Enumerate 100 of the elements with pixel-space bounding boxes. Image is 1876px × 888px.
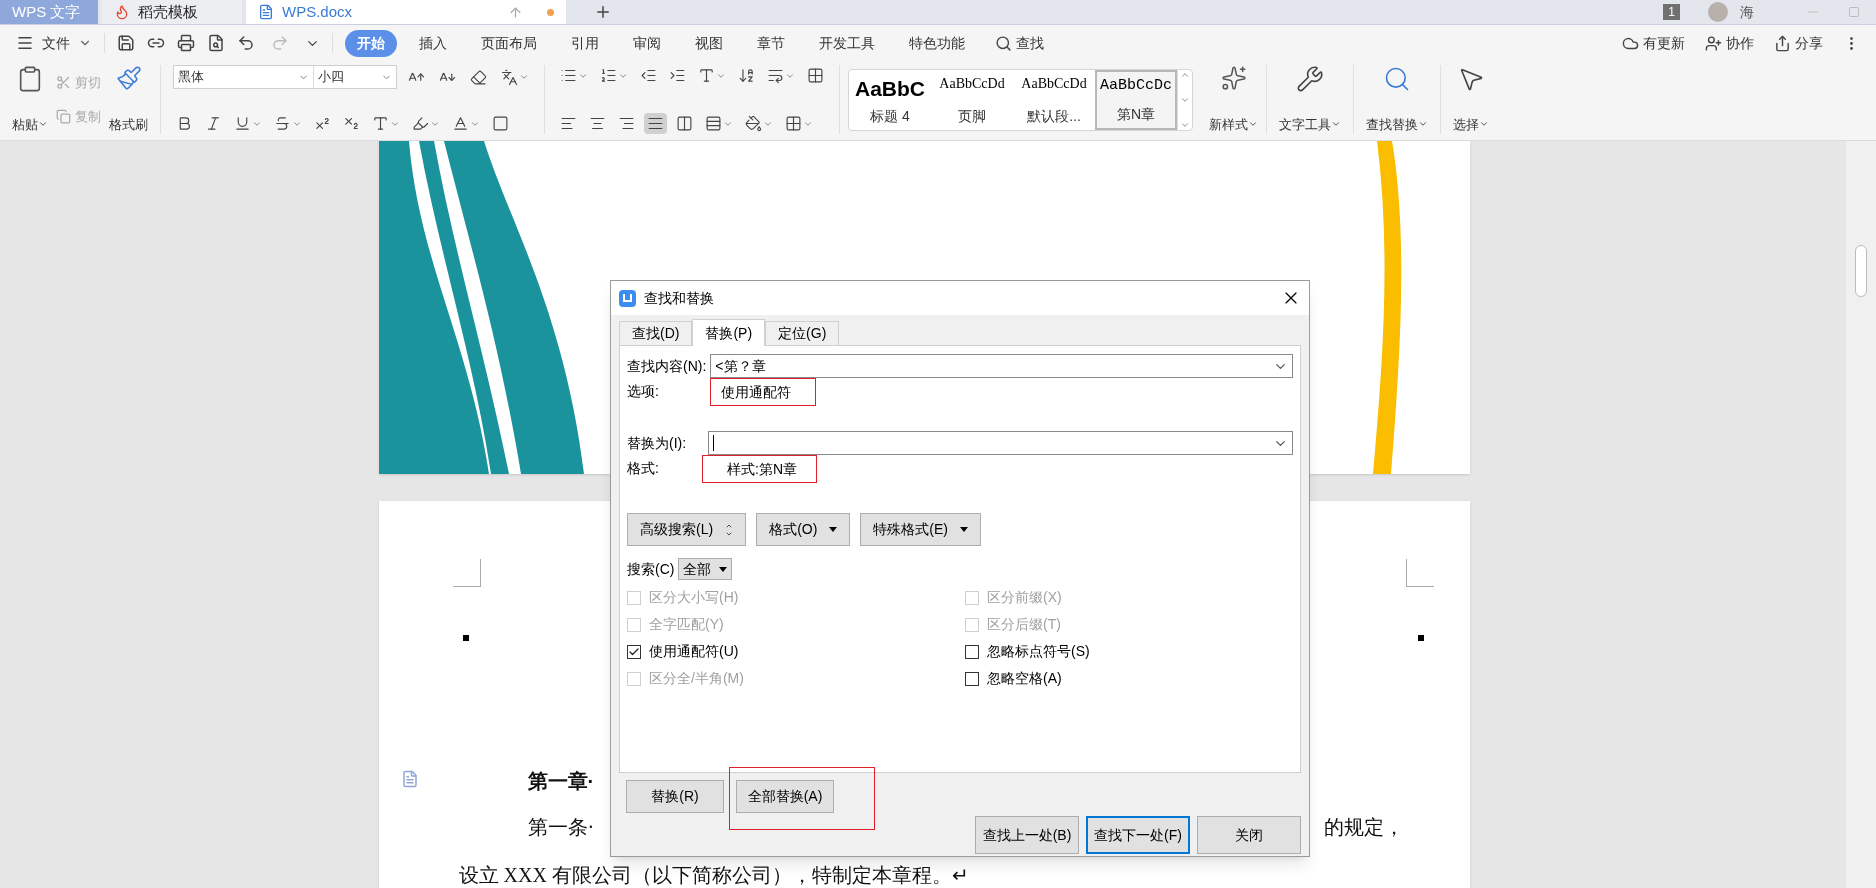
style-preset[interactable]: AaBbCcDd 页脚 <box>931 69 1013 130</box>
checkbox[interactable] <box>627 644 641 659</box>
header-action[interactable]: 协作 <box>1705 32 1754 54</box>
style-preset[interactable]: AaBbCcDd 默认段... <box>1013 69 1095 130</box>
dialog-tab[interactable]: 替换(P) <box>692 319 766 346</box>
checkbox-label: 全字匹配(Y) <box>649 615 724 634</box>
indent-icon-glyph-icon <box>669 67 686 84</box>
clear-format-icon-glyph-icon <box>470 68 487 86</box>
header-action[interactable]: 分享 <box>1774 32 1823 54</box>
corner-mark <box>452 559 481 587</box>
search-button[interactable]: 查找 <box>995 32 1044 54</box>
user-name[interactable]: 海 <box>1740 1 1754 23</box>
search-icon <box>995 34 1012 52</box>
checkbox-label: 区分后缀(T) <box>987 615 1061 634</box>
dialog-title: 查找和替换 <box>644 288 714 308</box>
align-icon <box>647 115 664 132</box>
print-preview-icon[interactable] <box>207 34 225 52</box>
chapter-heading: 第一章· <box>527 770 595 792</box>
option-button[interactable]: 格式(O) <box>756 513 851 546</box>
ribbon-tab[interactable]: 开发工具 <box>807 29 887 57</box>
align-icon <box>589 115 606 132</box>
ribbon-tab[interactable]: 特色功能 <box>897 29 977 57</box>
format-painter-button[interactable]: 格式刷 <box>109 65 148 134</box>
text-tools-button[interactable]: 文字工具 <box>1267 65 1354 134</box>
save-icon[interactable] <box>117 34 135 52</box>
find-field[interactable]: <第？章 <box>710 354 1293 378</box>
search-scope-dropdown[interactable]: 全部 <box>678 558 733 580</box>
style-preset[interactable]: AaBbCcDc 第N章 <box>1095 69 1177 130</box>
ribbon-tab[interactable]: 章节 <box>745 29 797 57</box>
dialog-button[interactable]: 查找下一处(F) <box>1086 816 1190 854</box>
field-label: 替换为(I): <box>627 433 688 453</box>
paste-button[interactable]: 粘贴 <box>12 65 48 134</box>
tab-label: 稻壳模板 <box>138 1 198 22</box>
paragraph-text: 的规定， <box>1323 815 1404 840</box>
font-size-dropdown[interactable]: 小四 <box>314 66 396 88</box>
ribbon-tab[interactable]: 审阅 <box>621 29 673 57</box>
bullet-list-icon-glyph-icon <box>560 67 577 84</box>
document-tab[interactable]: 稻壳模板 <box>102 0 242 24</box>
checkbox-label: 忽略空格(A) <box>987 669 1062 688</box>
document-icon <box>258 4 274 20</box>
share-icon <box>1774 34 1791 52</box>
replace-field[interactable] <box>708 431 1293 455</box>
option-button[interactable]: 特殊格式(E) <box>860 513 981 546</box>
dropdown-icon <box>829 527 838 532</box>
ribbon-tab[interactable]: 视图 <box>683 29 735 57</box>
paragraph-text: 第一条· <box>527 815 595 840</box>
format-summary: 样式:第N章 <box>727 461 797 477</box>
print-icon[interactable] <box>177 34 195 52</box>
italic-icon-glyph-icon <box>205 115 222 132</box>
checkbox-label: 使用通配符(U) <box>649 642 739 661</box>
page-count-badge[interactable]: 1 <box>1663 4 1680 20</box>
new-tab-icon[interactable] <box>594 3 612 21</box>
table-icon-glyph-icon <box>807 67 824 84</box>
field-label: 选项: <box>627 382 660 401</box>
ribbon-tab[interactable]: 插入 <box>407 29 459 57</box>
shading-icon-glyph-icon <box>745 115 762 132</box>
select-button[interactable]: 选择 <box>1441 65 1501 134</box>
search-icon <box>1383 65 1411 93</box>
paragraph-text: 设立 XXX 有限公司（以下简称公司），特制定本章程。↵ <box>458 863 970 888</box>
borders-icon-glyph-icon <box>785 115 802 132</box>
replace-button[interactable]: 替换(R) <box>626 780 724 813</box>
align-icon <box>560 115 577 132</box>
paragraph-mark <box>1417 635 1424 641</box>
phonetic-guide-icon-glyph-icon <box>501 68 518 86</box>
caret-icon <box>519 72 529 82</box>
option-button[interactable]: 高级搜索(L) <box>627 513 747 546</box>
dialog-tab[interactable]: 定位(G) <box>765 321 840 345</box>
header-action[interactable]: 有更新 <box>1622 32 1685 54</box>
checkbox[interactable] <box>965 644 979 659</box>
text-direction-icon-glyph-icon <box>698 67 715 84</box>
wrench-icon <box>1296 65 1324 93</box>
dialog-tab[interactable]: 查找(D) <box>619 321 693 345</box>
document-tab[interactable]: WPS.docx <box>246 0 566 24</box>
font-color-icon-glyph-icon <box>452 115 469 132</box>
font-dropdown[interactable]: 黑体 <box>174 66 314 88</box>
scrollbar[interactable] <box>1846 141 1876 888</box>
menu-icon <box>16 34 34 52</box>
outdent-icon-glyph-icon <box>640 67 657 84</box>
field-label: 格式: <box>627 459 660 478</box>
find-replace-button[interactable]: 查找替换 <box>1354 65 1441 134</box>
checkbox-label: 区分全/半角(M) <box>649 669 744 688</box>
highlight-icon-glyph-icon <box>412 115 429 132</box>
new-style-button[interactable]: 新样式 <box>1209 65 1258 134</box>
dialog-button[interactable]: 关闭 <box>1197 816 1301 854</box>
ribbon-tab[interactable]: 引用 <box>559 29 611 57</box>
copy-icon <box>56 109 71 125</box>
style-preset[interactable]: AaBbC 标题 4 <box>849 69 931 130</box>
file-menu[interactable]: 文件 <box>16 32 92 54</box>
numbered-list-icon-glyph-icon <box>600 67 617 84</box>
ribbon-tab[interactable]: 页面布局 <box>469 29 549 57</box>
field-label: 搜索(C) <box>627 559 675 579</box>
tab-label: WPS 文字 <box>12 1 81 22</box>
align-button[interactable] <box>644 113 667 134</box>
undo-icon[interactable] <box>237 34 255 52</box>
replace-button[interactable]: 全部替换(A) <box>736 780 834 813</box>
dialog-button[interactable]: 查找上一处(B) <box>975 816 1079 854</box>
checkbox[interactable] <box>965 671 979 686</box>
underline-icon-glyph-icon <box>234 115 251 132</box>
paragraph-mark <box>462 635 469 641</box>
text-effect-icon-glyph-icon <box>372 115 389 132</box>
